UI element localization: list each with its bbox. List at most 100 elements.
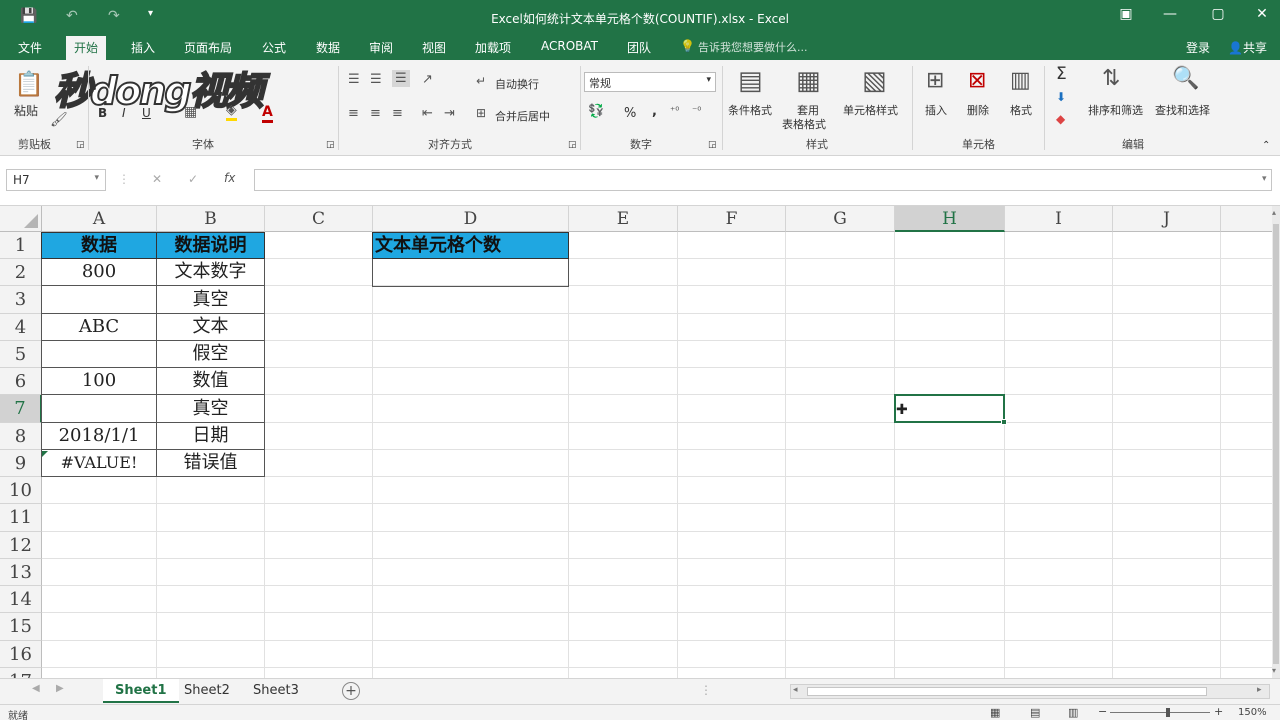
name-box[interactable]: H7 ▾	[6, 169, 106, 191]
close-icon[interactable]: ✕	[1252, 6, 1272, 22]
tab-formulas[interactable]: 公式	[262, 39, 286, 56]
column-header-j[interactable]: J	[1113, 206, 1221, 232]
row-header-16[interactable]: 16	[0, 641, 42, 668]
cell-b7[interactable]: 真空	[156, 395, 265, 423]
row-header-11[interactable]: 11	[0, 504, 42, 532]
fill-icon[interactable]: ⬇	[1056, 90, 1066, 104]
decrease-indent-icon[interactable]: ⇤	[422, 106, 433, 121]
expand-formula-icon[interactable]: ▾	[1262, 174, 1267, 184]
column-header-g[interactable]: G	[786, 206, 895, 232]
column-header-k[interactable]	[1221, 206, 1272, 232]
column-header-f[interactable]: F	[678, 206, 786, 232]
zoom-level[interactable]: 150%	[1238, 707, 1267, 718]
cell-a2[interactable]: 800	[41, 259, 157, 286]
cell-b6[interactable]: 数值	[156, 368, 265, 395]
row-header-6[interactable]: 6	[0, 368, 42, 395]
worksheet-grid[interactable]: A B C D E F G H I J 1 2 3 4 5 6 7 8 9 10…	[0, 206, 1272, 678]
cell-a3[interactable]	[41, 286, 157, 314]
insert-cells-icon[interactable]: ⊞	[926, 68, 944, 93]
format-as-table-icon[interactable]: ▦	[796, 66, 821, 96]
currency-icon[interactable]: 💱	[588, 104, 604, 119]
column-header-b[interactable]: B	[157, 206, 265, 232]
row-header-1[interactable]: 1	[0, 232, 42, 259]
column-header-a[interactable]: A	[42, 206, 157, 232]
alignment-launcher-icon[interactable]: ◲	[568, 140, 577, 150]
row-header-3[interactable]: 3	[0, 286, 42, 314]
enter-icon[interactable]: ✓	[188, 172, 198, 186]
minimize-icon[interactable]: —	[1160, 6, 1180, 22]
italic-button[interactable]: I	[122, 106, 126, 120]
tab-addins[interactable]: 加载项	[475, 39, 511, 56]
cell-d2[interactable]	[372, 259, 569, 287]
scroll-left-icon[interactable]: ◂	[793, 685, 798, 695]
row-header-14[interactable]: 14	[0, 586, 42, 613]
comma-button[interactable]: ,	[652, 104, 657, 119]
select-all-corner[interactable]	[0, 206, 42, 232]
cell-b9[interactable]: 错误值	[156, 450, 265, 477]
increase-decimal-icon[interactable]: ⁺⁰	[670, 106, 679, 117]
sheet-tab-3[interactable]: Sheet3	[241, 679, 311, 703]
format-cells-button[interactable]: 格式	[1010, 102, 1032, 118]
tab-insert[interactable]: 插入	[131, 39, 155, 56]
align-center-icon[interactable]: ≡	[370, 106, 381, 121]
decrease-decimal-icon[interactable]: ⁻⁰	[692, 106, 701, 117]
format-as-table-label2[interactable]: 表格格式	[782, 116, 826, 132]
cell-b5[interactable]: 假空	[156, 341, 265, 368]
cell-b1[interactable]: 数据说明	[156, 232, 265, 259]
cell-a6[interactable]: 100	[41, 368, 157, 395]
fill-color-icon[interactable]: ◈	[226, 102, 237, 121]
row-header-13[interactable]: 13	[0, 559, 42, 586]
insert-cells-button[interactable]: 插入	[925, 102, 947, 118]
sheet-tab-1[interactable]: Sheet1	[103, 679, 179, 703]
next-sheet-icon[interactable]: ▶	[56, 683, 64, 694]
merge-center-button[interactable]: 合并后居中	[495, 108, 550, 124]
tell-me-box[interactable]: 告诉我您想要做什么...	[698, 39, 808, 55]
column-header-e[interactable]: E	[569, 206, 678, 232]
cell-a7[interactable]	[41, 395, 157, 423]
cell-b3[interactable]: 真空	[156, 286, 265, 314]
font-launcher-icon[interactable]: ◲	[326, 140, 335, 150]
bold-button[interactable]: B	[98, 106, 107, 120]
tab-home[interactable]: 开始	[66, 36, 107, 60]
zoom-in-icon[interactable]: +	[1214, 705, 1223, 718]
number-launcher-icon[interactable]: ◲	[708, 140, 717, 150]
percent-button[interactable]: %	[624, 106, 636, 121]
page-layout-view-icon[interactable]: ▤	[1030, 706, 1040, 719]
row-header-12[interactable]: 12	[0, 532, 42, 559]
cell-a1[interactable]: 数据	[41, 232, 157, 259]
tab-data[interactable]: 数据	[316, 39, 340, 56]
borders-icon[interactable]: ▦	[184, 104, 197, 120]
autosum-button[interactable]: Σ	[1056, 64, 1067, 84]
column-header-c[interactable]: C	[265, 206, 373, 232]
cell-b2[interactable]: 文本数字	[156, 259, 265, 286]
vertical-scrollbar[interactable]: ▴ ▾	[1272, 206, 1280, 678]
row-header-15[interactable]: 15	[0, 613, 42, 641]
number-format-select[interactable]: 常规 ▾	[584, 72, 716, 92]
split-handle-icon[interactable]: ⋮	[700, 683, 712, 697]
cell-d1[interactable]: 文本单元格个数	[372, 232, 569, 259]
collapse-ribbon-icon[interactable]: ⌃	[1262, 140, 1270, 151]
tab-acrobat[interactable]: ACROBAT	[541, 39, 598, 53]
paste-button[interactable]: 粘贴	[14, 102, 38, 119]
row-header-7[interactable]: 7	[0, 395, 42, 423]
vertical-scroll-thumb[interactable]	[1273, 224, 1279, 664]
sort-filter-button[interactable]: 排序和筛选	[1088, 102, 1143, 118]
share-button[interactable]: 👤共享	[1228, 39, 1267, 56]
format-cells-icon[interactable]: ▥	[1010, 68, 1031, 93]
align-middle-icon[interactable]: ☰	[370, 72, 382, 87]
cell-a5[interactable]	[41, 341, 157, 368]
row-header-2[interactable]: 2	[0, 259, 42, 286]
row-header-17[interactable]: 17	[0, 668, 42, 678]
cell-b8[interactable]: 日期	[156, 423, 265, 450]
delete-cells-button[interactable]: 删除	[967, 102, 989, 118]
underline-button[interactable]: U	[142, 106, 151, 120]
clear-icon[interactable]: ◆	[1056, 112, 1065, 126]
column-header-i[interactable]: I	[1005, 206, 1113, 232]
cancel-icon[interactable]: ✕	[152, 172, 162, 186]
paste-icon[interactable]: 📋	[14, 70, 44, 98]
horizontal-scrollbar[interactable]: ◂ ▸	[790, 684, 1270, 699]
find-select-icon[interactable]: 🔍	[1172, 66, 1199, 91]
delete-cells-icon[interactable]: ⊠	[968, 68, 986, 93]
align-top-icon[interactable]: ☰	[348, 72, 360, 87]
row-header-10[interactable]: 10	[0, 477, 42, 504]
